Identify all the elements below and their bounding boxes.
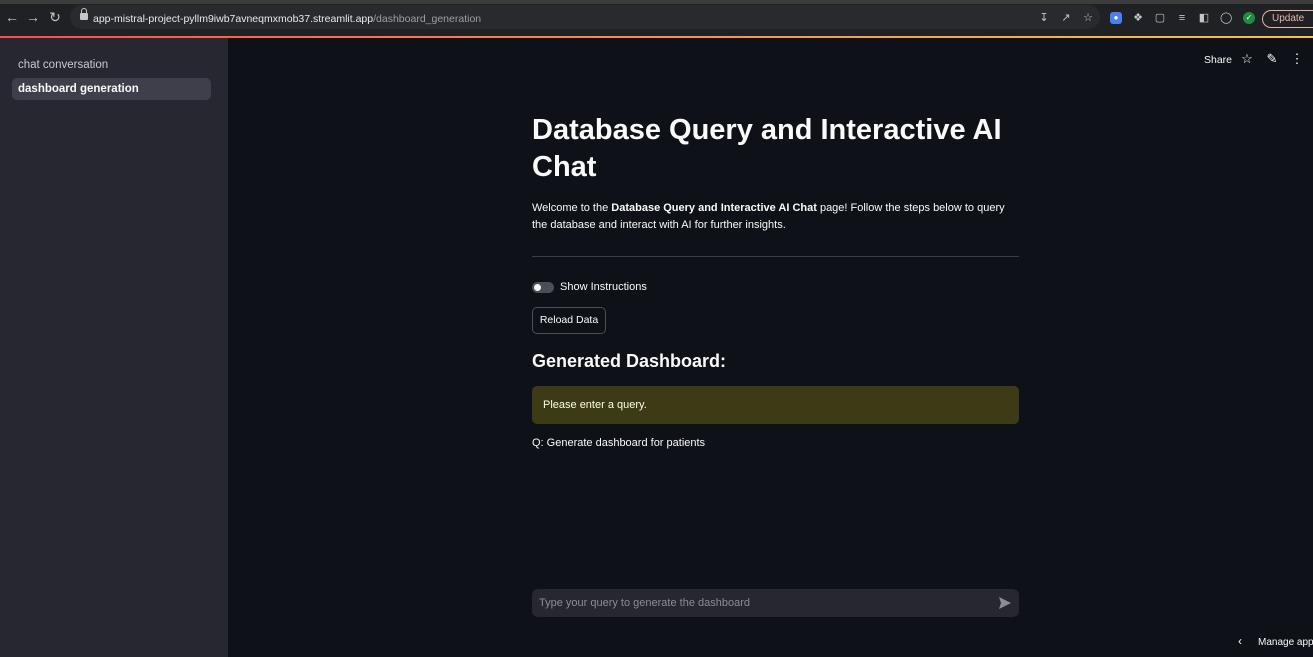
bookmark-star-icon[interactable]: ☆	[1082, 12, 1094, 24]
puzzle-extensions-icon[interactable]: ❖	[1132, 12, 1144, 24]
chevron-left-icon: ‹	[1238, 634, 1242, 648]
manage-app-label: Manage app	[1258, 637, 1313, 648]
generated-dashboard-heading: Generated Dashboard:	[532, 351, 727, 371]
sidebar-item-dashboard-generation[interactable]: dashboard generation	[12, 78, 211, 100]
back-arrow-icon[interactable]: ←	[4, 9, 20, 25]
warning-alert: Please enter a query.	[532, 386, 1019, 424]
sidebar	[0, 38, 228, 657]
sidebar-item-chat-conversation[interactable]: chat conversation	[12, 54, 211, 76]
welcome-bold: Database Query and Interactive AI Chat	[611, 202, 817, 214]
url-text[interactable]: app-mistral-project-pyllm9iwb7avneqmxmob…	[93, 13, 481, 25]
welcome-prefix: Welcome to the	[532, 202, 612, 214]
url-host: app-mistral-project-pyllm9iwb7avneqmxmob…	[93, 13, 374, 25]
page-title: Database Query and Interactive AI Chat	[532, 114, 1002, 183]
install-app-icon[interactable]: ↧	[1038, 12, 1050, 24]
forward-arrow-icon[interactable]: →	[25, 9, 41, 25]
reload-icon[interactable]: ↻	[47, 9, 63, 25]
question-text: Q: Generate dashboard for patients	[532, 437, 706, 449]
lock-icon	[80, 8, 88, 21]
media-queue-icon[interactable]: ≡	[1176, 12, 1188, 24]
side-panel-icon[interactable]: ◧	[1198, 12, 1210, 24]
update-button[interactable]: Update	[1262, 10, 1313, 28]
profile-icon[interactable]: ◯	[1220, 12, 1232, 24]
extension-icon[interactable]: ●	[1110, 12, 1122, 24]
more-menu-icon[interactable]: ⋮	[1290, 52, 1304, 66]
toggle-label: Show Instructions	[560, 281, 647, 293]
cast-icon[interactable]: ▢	[1154, 12, 1166, 24]
star-icon[interactable]: ☆	[1240, 52, 1254, 66]
divider	[532, 256, 1019, 257]
welcome-text: Welcome to the Database Query and Intera…	[532, 200, 1019, 234]
edit-pencil-icon[interactable]: ✎	[1265, 52, 1279, 66]
chat-input-container	[532, 589, 1019, 617]
url-path: /dashboard_generation	[373, 13, 482, 25]
reload-data-button[interactable]: Reload Data	[532, 307, 606, 334]
share-page-icon[interactable]: ↗	[1060, 12, 1072, 24]
query-input[interactable]	[532, 589, 987, 617]
manage-app-button[interactable]: ‹ Manage app	[1238, 634, 1313, 648]
verified-check-icon[interactable]: ✓	[1243, 12, 1255, 24]
share-button[interactable]: Share	[1204, 54, 1232, 66]
toggle-knob	[534, 284, 541, 291]
send-icon[interactable]	[998, 596, 1012, 610]
show-instructions-toggle[interactable]	[532, 282, 554, 293]
